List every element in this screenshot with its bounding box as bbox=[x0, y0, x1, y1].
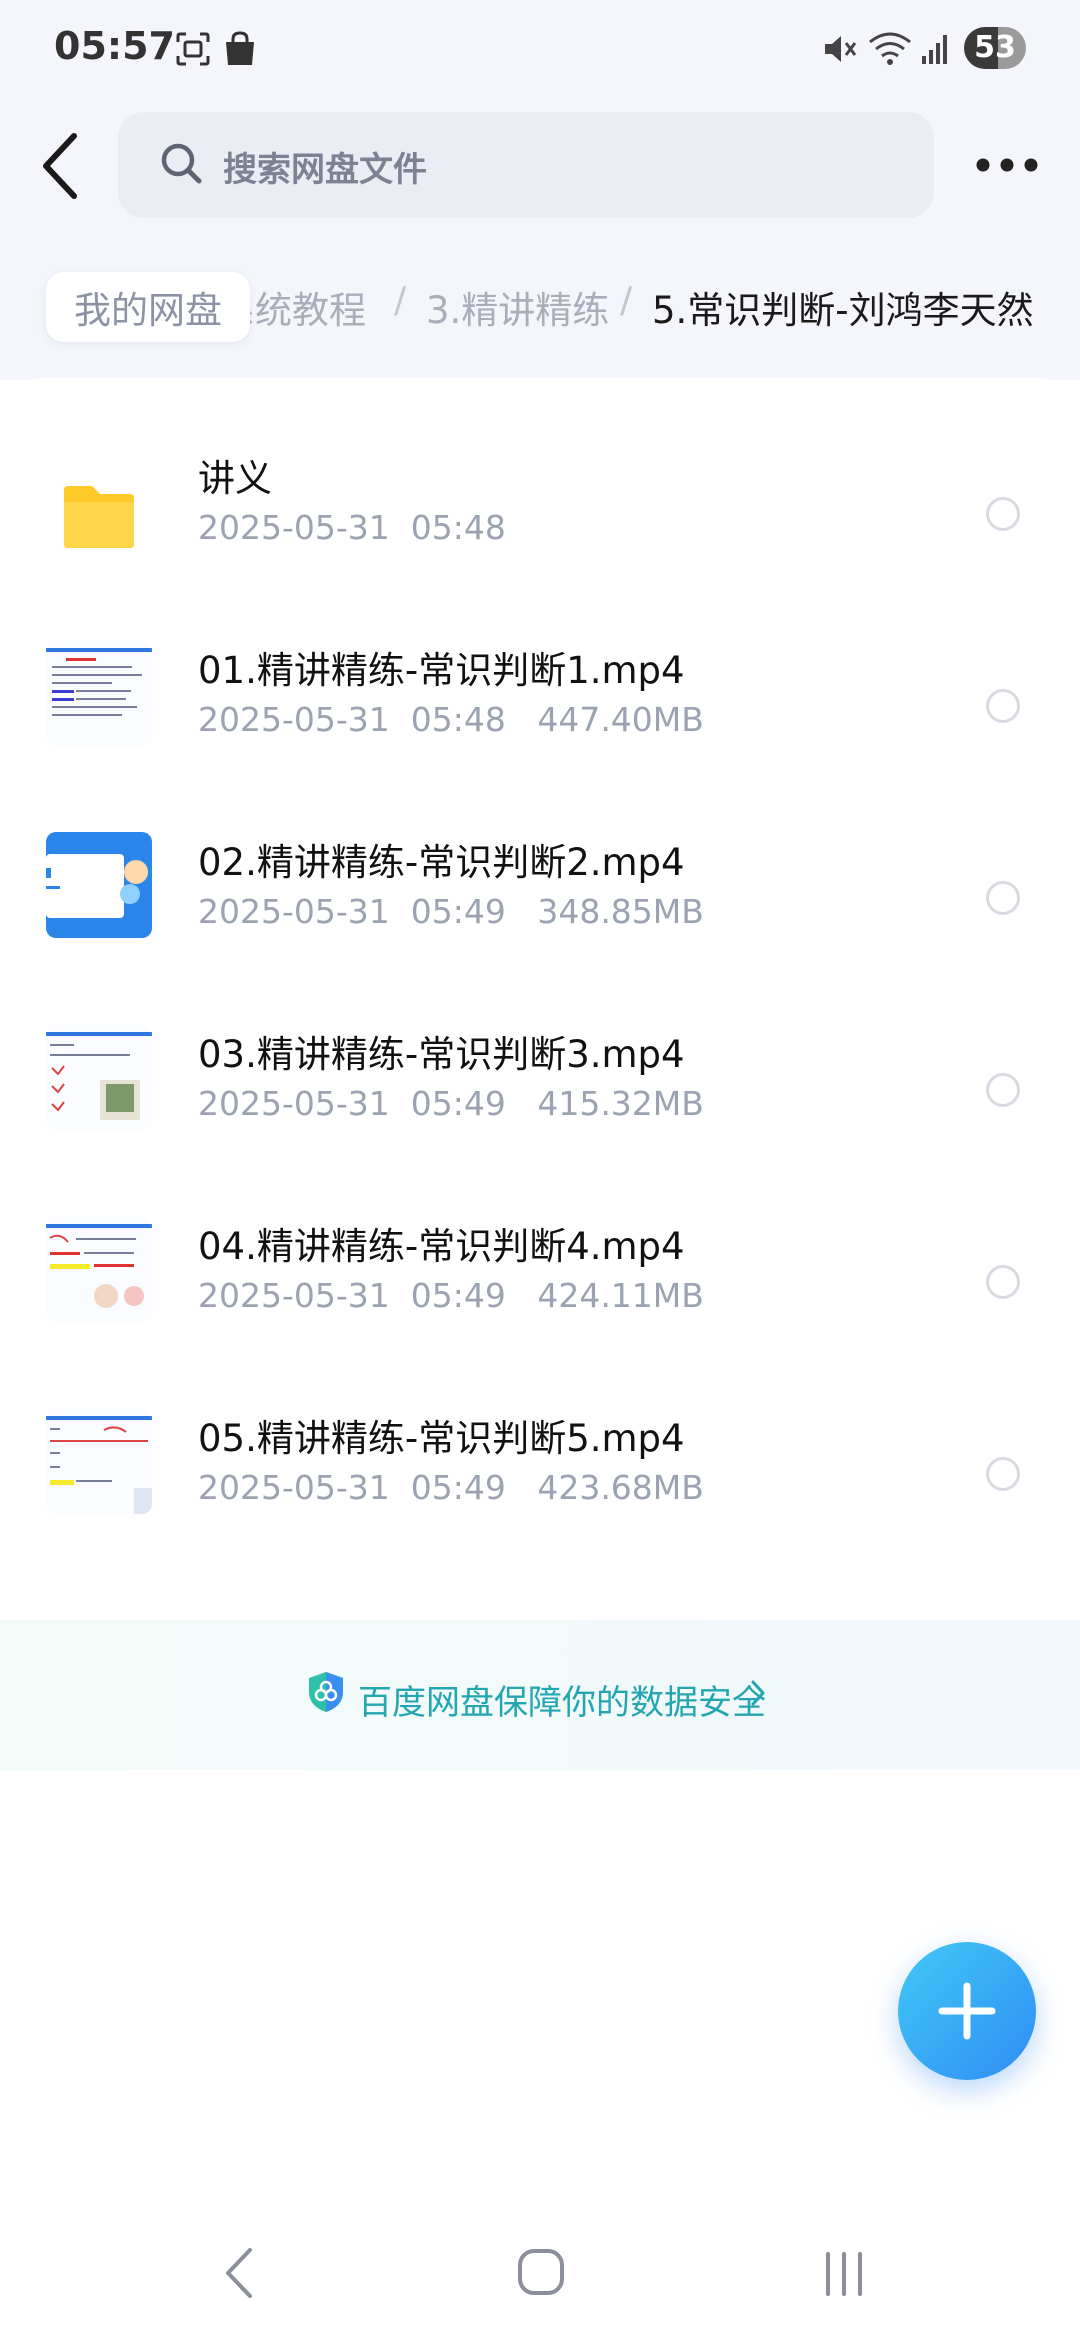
chevron-right-icon bbox=[748, 1678, 768, 1712]
breadcrumb-item-jingjiang[interactable]: 3.精讲精练 bbox=[426, 280, 609, 334]
screen: 05:57 53 搜索网盘文件 系统教程 / 3.精讲精练 / 5.常识判断-刘… bbox=[0, 0, 1080, 2340]
breadcrumb-separator: / bbox=[394, 280, 407, 321]
nav-back-icon bbox=[226, 2248, 252, 2298]
breadcrumb-item-current: 5.常识判断-刘鸿李天然 bbox=[652, 289, 1034, 332]
plus-icon bbox=[938, 1982, 996, 2040]
chevron-left-icon bbox=[43, 133, 77, 199]
back-button[interactable] bbox=[34, 128, 94, 204]
video-thumbnail bbox=[46, 832, 152, 938]
file-meta: 2025-05-31 05:48 bbox=[198, 508, 506, 547]
search-icon bbox=[160, 142, 204, 190]
screenshot-icon bbox=[174, 30, 212, 72]
file-meta: 2025-05-31 05:49 423.68MB bbox=[198, 1468, 704, 1507]
file-name: 04.精讲精练-常识判断4.mp4 bbox=[198, 1225, 685, 1268]
file-meta: 2025-05-31 05:49 415.32MB bbox=[198, 1084, 704, 1123]
nav-recents-icon bbox=[826, 2252, 862, 2296]
mute-icon bbox=[822, 30, 858, 72]
security-banner[interactable]: 百度网盘保障你的数据安全 bbox=[0, 1620, 1080, 1770]
nav-recents-button[interactable] bbox=[822, 2246, 866, 2304]
file-name: 03.精讲精练-常识判断3.mp4 bbox=[198, 1033, 685, 1076]
list-item[interactable]: 03.精讲精练-常识判断3.mp4 2025-05-31 05:49 415.3… bbox=[0, 1024, 1080, 1214]
status-time: 05:57 bbox=[54, 24, 175, 68]
file-meta: 2025-05-31 05:48 447.40MB bbox=[198, 700, 704, 739]
video-thumbnail bbox=[46, 1024, 152, 1130]
folder-icon bbox=[46, 468, 152, 574]
nav-home-button[interactable] bbox=[516, 2246, 566, 2304]
wifi-icon bbox=[868, 30, 914, 72]
list-item[interactable]: 01.精讲精练-常识判断1.mp4 2025-05-31 05:48 447.4… bbox=[0, 640, 1080, 830]
select-radio[interactable] bbox=[986, 881, 1020, 915]
security-banner-text: 百度网盘保障你的数据安全 bbox=[358, 1683, 766, 1723]
file-name: 05.精讲精练-常识判断5.mp4 bbox=[198, 1417, 685, 1460]
breadcrumb-separator: / bbox=[620, 280, 633, 321]
file-name: 讲义 bbox=[198, 457, 272, 500]
select-radio[interactable] bbox=[986, 497, 1020, 531]
select-radio[interactable] bbox=[986, 1073, 1020, 1107]
nav-home-icon bbox=[518, 2249, 564, 2295]
signal-icon bbox=[920, 30, 952, 72]
file-name: 02.精讲精练-常识判断2.mp4 bbox=[198, 841, 685, 884]
shield-icon bbox=[306, 1670, 346, 1718]
battery-indicator: 53 bbox=[964, 27, 1026, 69]
video-thumbnail bbox=[46, 1216, 152, 1322]
status-bar: 05:57 53 bbox=[0, 0, 1080, 100]
file-meta: 2025-05-31 05:49 348.85MB bbox=[198, 892, 704, 931]
system-nav-bar bbox=[0, 2200, 1080, 2340]
list-item[interactable]: 讲义 2025-05-31 05:48 bbox=[0, 448, 1080, 638]
nav-back-button[interactable] bbox=[220, 2246, 260, 2304]
search-placeholder: 搜索网盘文件 bbox=[223, 150, 427, 190]
shopping-bag-icon bbox=[222, 30, 258, 72]
more-dots-icon bbox=[976, 158, 1038, 172]
list-item[interactable]: 02.精讲精练-常识判断2.mp4 2025-05-31 05:49 348.8… bbox=[0, 832, 1080, 1022]
file-name: 01.精讲精练-常识判断1.mp4 bbox=[198, 649, 685, 692]
video-thumbnail bbox=[46, 640, 152, 746]
select-radio[interactable] bbox=[986, 1265, 1020, 1299]
select-radio[interactable] bbox=[986, 689, 1020, 723]
breadcrumb: 系统教程 / 3.精讲精练 / 5.常识判断-刘鸿李天然 我的网盘 bbox=[0, 270, 1080, 350]
list-item[interactable]: 04.精讲精练-常识判断4.mp4 2025-05-31 05:49 424.1… bbox=[0, 1216, 1080, 1406]
list-item[interactable]: 05.精讲精练-常识判断5.mp4 2025-05-31 05:49 423.6… bbox=[0, 1408, 1080, 1598]
video-thumbnail bbox=[46, 1408, 152, 1514]
file-meta: 2025-05-31 05:49 424.11MB bbox=[198, 1276, 704, 1315]
more-options-button[interactable] bbox=[972, 140, 1042, 190]
search-input[interactable]: 搜索网盘文件 bbox=[118, 112, 934, 218]
file-list: 讲义 2025-05-31 05:48 01.精讲精练-常识判断1.mp4 20… bbox=[0, 378, 1080, 1778]
select-radio[interactable] bbox=[986, 1457, 1020, 1491]
breadcrumb-item-home[interactable]: 我的网盘 bbox=[46, 272, 250, 342]
add-button[interactable] bbox=[898, 1942, 1036, 2080]
